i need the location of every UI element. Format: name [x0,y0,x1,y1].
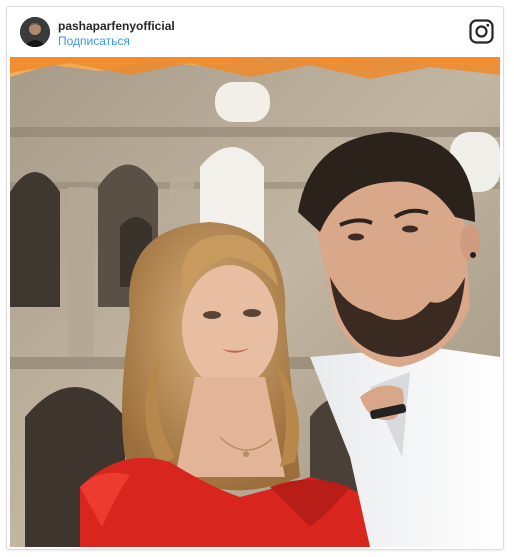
post-photo[interactable] [10,57,500,547]
instagram-embed-card: pashaparfenyofficial Подписаться [6,6,504,550]
post-header: pashaparfenyofficial Подписаться [7,7,503,57]
avatar[interactable] [20,17,50,47]
username-link[interactable]: pashaparfenyofficial [58,19,175,33]
follow-link[interactable]: Подписаться [58,34,130,48]
instagram-icon[interactable] [469,19,494,44]
